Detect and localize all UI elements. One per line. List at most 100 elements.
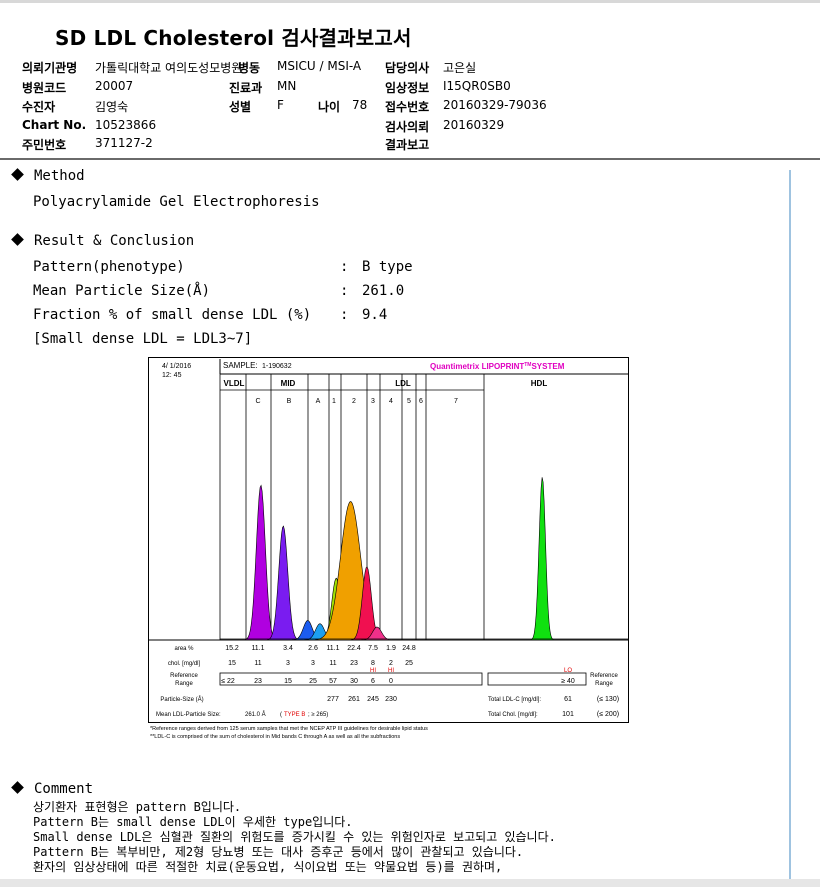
total-ldl-value: 61 — [564, 696, 572, 703]
patient-label: 수진자 — [22, 100, 56, 114]
top-border — [0, 0, 820, 3]
department-value: MN — [277, 79, 297, 93]
particle-size-value: 261 — [348, 696, 360, 703]
mean-ldl-value: 261.0 Å — [245, 711, 266, 718]
total-ldl-ref: (≤ 130) — [597, 696, 619, 703]
chol-value: 23 — [350, 660, 358, 667]
particle-size-value: 277 — [327, 696, 339, 703]
chol-value: 11 — [329, 660, 336, 667]
receipt-no-value: 20160329-79036 — [443, 98, 547, 112]
chol-value: 25 — [405, 660, 413, 667]
request-date-value: 20160329 — [443, 118, 505, 132]
bullet-diamond-icon — [11, 781, 24, 794]
lipoprint-chart: 4/ 1/2016 12: 45 SAMPLE: 1-190632 Quanti… — [148, 357, 629, 740]
particle-size-value: 245 — [367, 696, 379, 703]
age-label: 나이 — [318, 100, 341, 114]
group-label: HDL — [531, 379, 548, 388]
department-label: 진료과 — [229, 81, 263, 95]
doctor-label: 담당의사 — [385, 61, 430, 75]
area-value: 11.1 — [326, 645, 339, 652]
particle-size-value: 230 — [385, 696, 397, 703]
mean-ldl-ref: ; ≥ 265) — [308, 712, 328, 718]
result-heading-text: Result & Conclusion — [34, 233, 195, 249]
group-label: VLDL — [224, 379, 245, 388]
reference-value: ≥ 40 — [561, 678, 575, 685]
reference-value: 57 — [329, 678, 337, 685]
reference-value: ≤ 22 — [221, 678, 235, 685]
total-chol-label: Total Chol. [mg/dl]: — [488, 712, 538, 718]
reference-label: Reference — [170, 673, 198, 679]
mean-ldl-type: TYPE B — [284, 712, 305, 718]
sex-value: F — [277, 98, 284, 112]
band-label: 5 — [407, 398, 411, 405]
chol-value: 8 — [371, 660, 375, 667]
resident-no-label: 주민번호 — [22, 138, 67, 152]
bottom-scrollbar[interactable] — [0, 879, 820, 887]
receipt-no-label: 접수번호 — [385, 100, 430, 114]
bullet-diamond-icon — [11, 233, 24, 246]
sample-value: 1-190632 — [262, 363, 292, 370]
brand-tail: SYSTEM — [531, 362, 564, 371]
result-heading: Result & Conclusion — [11, 233, 195, 249]
sample-label: SAMPLE: — [223, 361, 258, 370]
area-value: 24.8 — [402, 645, 416, 652]
band-label: 4 — [389, 398, 393, 405]
result-report-label: 결과보고 — [385, 138, 430, 152]
band-label: 6 — [419, 398, 423, 405]
chart-no-value: 10523866 — [95, 118, 157, 132]
result-row-value: 261.0 — [362, 283, 405, 299]
result-row-sep: : — [340, 283, 349, 299]
bullet-diamond-icon — [11, 168, 24, 181]
brand-label: Quantimetrix LIPOPRINTTMSYSTEM — [430, 362, 565, 371]
footnote-line: **LDL-C is comprised of the sum of chole… — [150, 734, 400, 740]
area-row-label: area % — [174, 646, 194, 652]
brand-main: Quantimetrix LIPOPRINT — [430, 362, 524, 371]
band-label: 2 — [352, 398, 356, 405]
comment-line: 환자의 임상상태에 따른 적절한 치료(운동요법, 식이요법 또는 약물요법 등… — [33, 860, 503, 874]
result-row-sep: : — [340, 259, 349, 275]
method-heading: Method — [11, 168, 85, 184]
doctor-value: 고은실 — [443, 61, 477, 75]
band-label: 3 — [371, 398, 375, 405]
chol-value: 11 — [254, 660, 261, 667]
small-dense-note: [Small dense LDL = LDL3~7] — [33, 331, 253, 347]
ward-label: 병동 — [238, 61, 261, 75]
result-row-label: Mean Particle Size(Å) — [33, 283, 211, 299]
chart-time: 12: 45 — [162, 372, 182, 379]
age-value: 78 — [352, 98, 368, 112]
chart-date: 4/ 1/2016 — [162, 363, 191, 370]
reference-value: 6 — [371, 678, 375, 685]
band-label: B — [287, 398, 292, 405]
area-value: 2.6 — [308, 645, 318, 652]
total-chol-value: 101 — [562, 711, 574, 718]
method-heading-text: Method — [34, 168, 85, 184]
hospital-code-label: 병원코드 — [22, 81, 67, 95]
clinical-info-label: 임상정보 — [385, 81, 430, 95]
chol-value: 2 — [389, 660, 393, 667]
result-row-label: Fraction % of small dense LDL (%) — [33, 307, 312, 323]
band-label: C — [255, 398, 260, 405]
band-label: 1 — [332, 398, 336, 405]
reference-value: 15 — [284, 678, 292, 685]
area-value: 1.9 — [386, 645, 396, 652]
comment-heading: Comment — [11, 781, 93, 797]
band-label: 7 — [454, 398, 458, 405]
result-row-label: Pattern(phenotype) — [33, 259, 185, 275]
area-value: 22.4 — [347, 645, 361, 652]
method-text: Polyacrylamide Gel Electrophoresis — [33, 194, 320, 210]
result-row-sep: : — [340, 307, 349, 323]
header-divider — [0, 158, 820, 160]
report-title: SD LDL Cholesterol 검사결과보고서 — [55, 26, 412, 50]
chol-value: 3 — [311, 660, 315, 667]
chol-value: 3 — [286, 660, 290, 667]
mean-ldl-label: Mean LDL-Particle Size: — [156, 712, 221, 718]
footnote-line: *Reference ranges derived from 125 serum… — [150, 726, 428, 732]
clinical-info-value: I15QR0SB0 — [443, 79, 511, 93]
area-value: 7.5 — [368, 645, 378, 652]
reference-label-right: Reference — [590, 673, 618, 679]
result-row-value: B type — [362, 259, 413, 275]
result-row-value: 9.4 — [362, 307, 388, 323]
patient-value: 김영숙 — [95, 100, 129, 114]
chol-value: 15 — [228, 660, 236, 667]
mean-ldl-paren: ( — [280, 712, 282, 718]
